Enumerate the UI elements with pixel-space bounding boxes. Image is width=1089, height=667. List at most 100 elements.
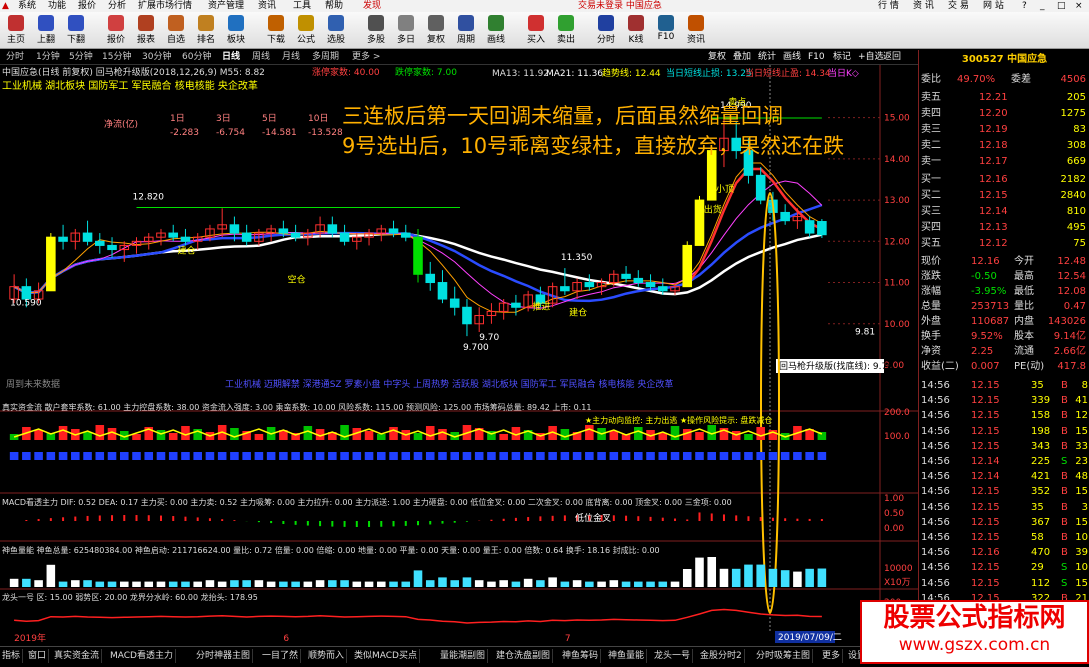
- capital-base-bar: [793, 452, 802, 460]
- close-icon[interactable]: ×: [1075, 0, 1083, 12]
- menu-item-news[interactable]: 资讯: [258, 0, 276, 12]
- toolbar-button-15[interactable]: 画线: [482, 14, 510, 46]
- toolbar-button-5[interactable]: 自选: [162, 14, 190, 46]
- toolbar-button-1[interactable]: 上翻: [32, 14, 60, 46]
- bottom-tab-5[interactable]: 一目了然: [260, 649, 301, 663]
- tick-price: 12.15: [971, 378, 1000, 394]
- stat-label: 外盘: [921, 314, 941, 330]
- toolbar-button-4[interactable]: 报表: [132, 14, 160, 46]
- signal-label: 出货: [704, 203, 722, 215]
- period-right-2[interactable]: 统计: [758, 50, 776, 64]
- period-tab-2[interactable]: 5分钟: [69, 50, 93, 64]
- bottom-tab-1[interactable]: 窗口: [26, 649, 49, 663]
- period-right-0[interactable]: 复权: [708, 50, 726, 64]
- capital-bar: [438, 429, 447, 440]
- period-tab-10[interactable]: 更多 >: [352, 50, 380, 64]
- menu-right-quote[interactable]: 行 情: [878, 0, 899, 12]
- toolbar-button-6[interactable]: 排名: [192, 14, 220, 46]
- tick-price: 12.15: [971, 530, 1000, 546]
- toolbar-button-11[interactable]: 多股: [362, 14, 390, 46]
- bottom-tab-12[interactable]: 龙头一号: [652, 649, 693, 663]
- toolbar-button-14[interactable]: 周期: [452, 14, 480, 46]
- menu-right-site[interactable]: 网 站: [983, 0, 1004, 12]
- macd-bar: [796, 519, 798, 521]
- period-tab-0[interactable]: 分时: [6, 50, 24, 64]
- period-tab-4[interactable]: 30分钟: [142, 50, 171, 64]
- tick-count: 15: [1075, 515, 1088, 531]
- candle: [463, 299, 472, 336]
- period-tab-5[interactable]: 60分钟: [182, 50, 211, 64]
- menu-item-assets[interactable]: 资产管理: [208, 0, 244, 12]
- period-right-6[interactable]: +自选: [858, 50, 884, 64]
- menu-item-function[interactable]: 功能: [48, 0, 66, 12]
- toolbar-button-17[interactable]: 卖出: [552, 14, 580, 46]
- menu-item-extended-market[interactable]: 扩展市场行情: [138, 0, 192, 12]
- toolbar-button-12[interactable]: 多日: [392, 14, 420, 46]
- toolbar: 主页上翻下翻报价报表自选排名板块下载公式选股多股多日复权周期画线买入卖出分时K线…: [0, 12, 1089, 49]
- volume-bar: [377, 582, 386, 587]
- period-right-5[interactable]: 标记: [833, 50, 851, 64]
- maximize-icon[interactable]: □: [1057, 0, 1066, 12]
- toolbar-button-8[interactable]: 下载: [262, 14, 290, 46]
- stat-label-2: PE(动): [1014, 359, 1044, 375]
- bottom-tab-3[interactable]: MACD看透主力: [108, 649, 176, 663]
- toolbar-button-9[interactable]: 公式: [292, 14, 320, 46]
- toolbar-button-2[interactable]: 下翻: [62, 14, 90, 46]
- menu-item-system[interactable]: 系统: [18, 0, 36, 12]
- toolbar-button-16[interactable]: 买入: [522, 14, 550, 46]
- period-tab-7[interactable]: 周线: [252, 50, 270, 64]
- capital-base-bar: [524, 452, 533, 460]
- period-right-4[interactable]: F10: [808, 50, 825, 64]
- macd-bar: [515, 518, 517, 521]
- toolbar-button-19[interactable]: K线: [622, 14, 650, 46]
- menu-right-news[interactable]: 资 讯: [913, 0, 934, 12]
- bottom-tab-0[interactable]: 指标: [0, 649, 23, 663]
- period-right-3[interactable]: 画线: [783, 50, 801, 64]
- period-tab-6[interactable]: 日线: [222, 50, 240, 64]
- volume-bar: [426, 580, 435, 587]
- bottom-tab-15[interactable]: 更多: [820, 649, 843, 663]
- bottom-tab-14[interactable]: 分时吸筹主图: [754, 649, 813, 663]
- period-right-1[interactable]: 叠加: [733, 50, 751, 64]
- bottom-tab-2[interactable]: 真实资金流: [52, 649, 102, 663]
- ask-volume: 308: [1067, 138, 1086, 154]
- bottom-tab-7[interactable]: 类似MACD买点: [352, 649, 420, 663]
- period-right-7[interactable]: 返回: [883, 50, 901, 64]
- bottom-tab-4[interactable]: 分时神器主图: [194, 649, 253, 663]
- toolbar-button-20[interactable]: F10: [652, 14, 680, 46]
- toolbar-button-0[interactable]: 主页: [2, 14, 30, 46]
- toolbar-button-10[interactable]: 选股: [322, 14, 350, 46]
- menu-right-trade[interactable]: 交 易: [948, 0, 969, 12]
- toolbar-button-18[interactable]: 分时: [592, 14, 620, 46]
- macd-bar: [772, 518, 774, 521]
- bottom-tab-8[interactable]: 量能潮副图: [438, 649, 488, 663]
- bottom-tab-6[interactable]: 顺势而入: [306, 649, 347, 663]
- low-label: 9.70: [479, 333, 499, 343]
- bottom-tab-11[interactable]: 神鱼量能: [606, 649, 647, 663]
- bottom-tab-13[interactable]: 金股分时2: [698, 649, 745, 663]
- menu-item-discover[interactable]: 发现: [363, 0, 381, 12]
- toolbar-label-3: 报价: [107, 35, 125, 45]
- volume-bar: [707, 557, 716, 587]
- help-icon[interactable]: ?: [1022, 0, 1027, 12]
- menu-item-tools[interactable]: 工具: [293, 0, 311, 12]
- toolbar-button-13[interactable]: 复权: [422, 14, 450, 46]
- period-tab-9[interactable]: 多周期: [312, 50, 339, 64]
- period-tab-8[interactable]: 月线: [282, 50, 300, 64]
- toolbar-button-7[interactable]: 板块: [222, 14, 250, 46]
- period-tab-3[interactable]: 15分钟: [102, 50, 131, 64]
- bottom-tab-9[interactable]: 建仓洗盘副图: [494, 649, 553, 663]
- kline-chart-area[interactable]: 中国应急(日线 前复权) 回马枪升级版(2018,12,26,9) M55: 8…: [0, 65, 918, 645]
- y-tick-vol: X10万: [884, 578, 911, 588]
- period-tab-1[interactable]: 1分钟: [36, 50, 60, 64]
- toolbar-button-3[interactable]: 报价: [102, 14, 130, 46]
- toolbar-button-21[interactable]: 资讯: [682, 14, 710, 46]
- bottom-tab-10[interactable]: 神鱼筹码: [560, 649, 601, 663]
- menu-item-help[interactable]: 帮助: [325, 0, 343, 12]
- menu-item-analysis[interactable]: 分析: [108, 0, 126, 12]
- tick-volume: 35: [1031, 378, 1044, 394]
- dragon-title: 龙头一号 区: 15.00 弱势区: 20.00 龙界分水岭: 60.00 龙抬…: [2, 592, 258, 602]
- minimize-icon[interactable]: _: [1040, 0, 1045, 12]
- menu-item-quote[interactable]: 报价: [78, 0, 96, 12]
- candle: [781, 204, 790, 225]
